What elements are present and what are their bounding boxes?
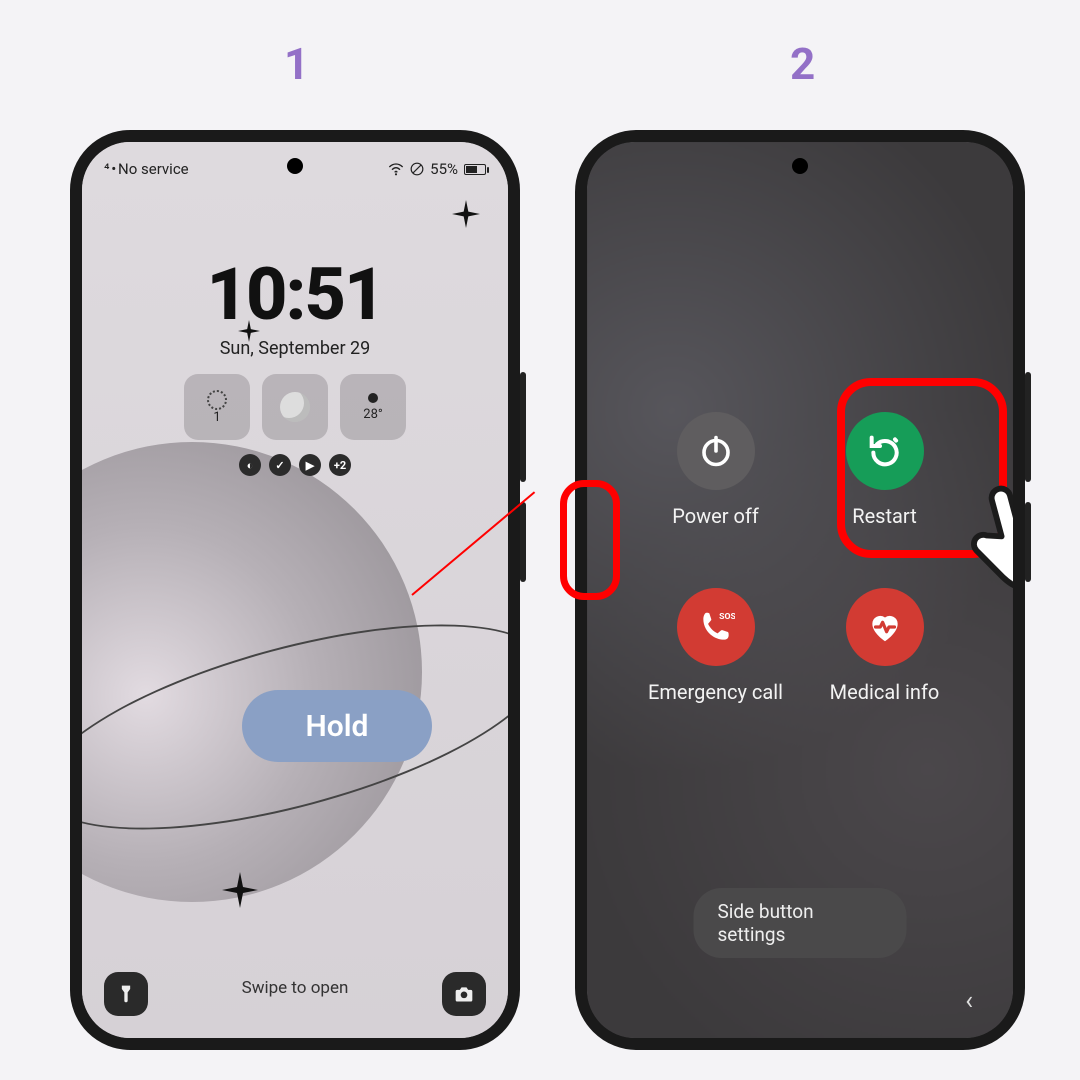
- battery-percent: 55%: [430, 160, 458, 178]
- emergency-call-label: Emergency call: [648, 680, 783, 704]
- notif-icon: ▶: [299, 454, 321, 476]
- front-camera: [287, 158, 303, 174]
- front-camera: [792, 158, 808, 174]
- dot-icon: [368, 393, 378, 403]
- flashlight-shortcut[interactable]: [104, 972, 148, 1016]
- medical-info-option[interactable]: Medical info: [800, 588, 969, 704]
- medical-info-label: Medical info: [830, 680, 940, 704]
- step-number-1: 1: [284, 38, 309, 90]
- flashlight-icon: [116, 983, 136, 1005]
- power-off-button[interactable]: [677, 412, 755, 490]
- sparkle-icon: [222, 872, 258, 908]
- uv-widget[interactable]: 1: [184, 374, 250, 440]
- moon-widget[interactable]: [262, 374, 328, 440]
- carrier-status: ⁴ • No service: [104, 160, 189, 178]
- medical-info-button[interactable]: [846, 588, 924, 666]
- notif-more-badge: +2: [329, 454, 351, 476]
- annotation-hold-label: Hold: [242, 690, 432, 762]
- uv-value: 1: [213, 410, 220, 425]
- phone-mockup-step2: Power off Restart SOS: [575, 130, 1025, 1050]
- phone-sos-icon: SOS: [697, 608, 735, 646]
- pointer-hand-icon: [957, 462, 1013, 602]
- back-button[interactable]: ‹: [965, 986, 973, 1016]
- lockscreen-widgets: 1 28°: [82, 374, 508, 440]
- notification-icons[interactable]: ◐ ✓ ▶ +2: [82, 454, 508, 476]
- power-off-option[interactable]: Power off: [631, 412, 800, 528]
- notif-icon: ✓: [269, 454, 291, 476]
- emergency-call-option[interactable]: SOS Emergency call: [631, 588, 800, 704]
- no-sim-icon: [410, 162, 424, 176]
- notif-icon: ◐: [239, 454, 261, 476]
- lockscreen-date: Sun, September 29: [82, 338, 508, 359]
- heart-pulse-icon: [866, 608, 904, 646]
- volume-buttons: [520, 372, 526, 482]
- camera-icon: [453, 984, 475, 1004]
- emergency-call-button[interactable]: SOS: [677, 588, 755, 666]
- power-button[interactable]: [1025, 502, 1031, 582]
- annotation-power-button-highlight: [560, 480, 620, 600]
- power-off-label: Power off: [672, 504, 759, 528]
- power-button[interactable]: [520, 502, 526, 582]
- temperature-value: 28°: [363, 407, 382, 422]
- lockscreen: ⁴ • No service 55% 10:51 Sun, September …: [82, 142, 508, 1038]
- temp-widget[interactable]: 28°: [340, 374, 406, 440]
- moon-icon: [280, 392, 310, 422]
- step-number-2: 2: [790, 38, 815, 90]
- power-menu-screen: Power off Restart SOS: [587, 142, 1013, 1038]
- svg-text:SOS: SOS: [719, 612, 735, 622]
- sun-icon: [207, 390, 227, 410]
- battery-icon: [464, 164, 486, 175]
- power-icon: [698, 433, 734, 469]
- wifi-icon: [388, 162, 404, 176]
- lockscreen-clock: 10:51: [82, 252, 508, 337]
- side-button-settings-link[interactable]: Side button settings: [694, 888, 907, 958]
- sparkle-icon: [452, 200, 480, 228]
- phone-mockup-step1: ⁴ • No service 55% 10:51 Sun, September …: [70, 130, 520, 1050]
- volume-buttons: [1025, 372, 1031, 482]
- camera-shortcut[interactable]: [442, 972, 486, 1016]
